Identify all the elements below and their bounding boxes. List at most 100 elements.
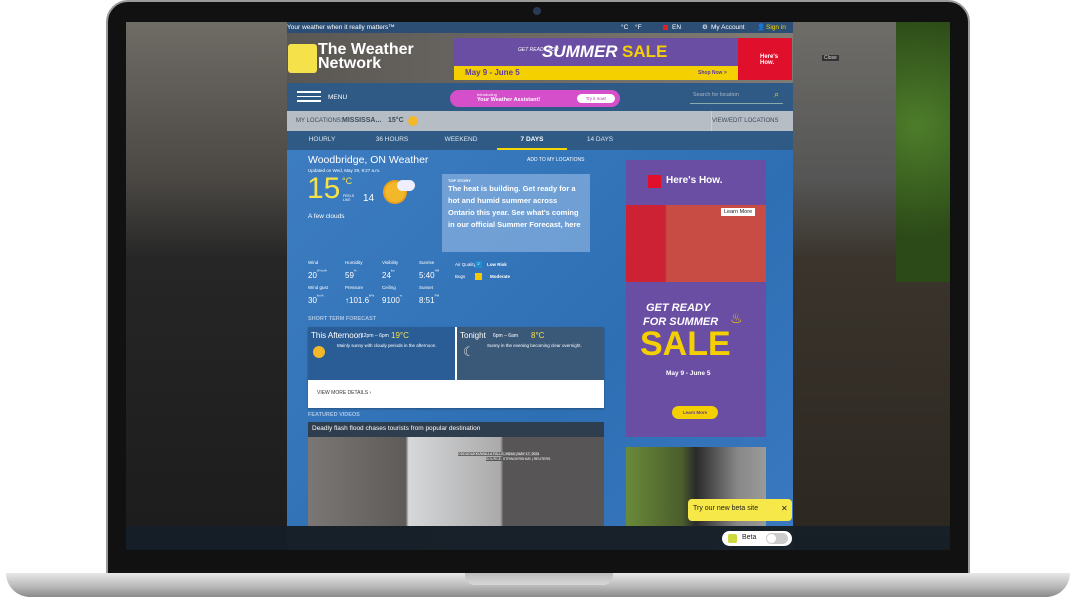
- feels-like-label: FEELS LIKE: [343, 194, 355, 202]
- beta-label: Beta: [742, 534, 757, 541]
- stat-humidity: Humidity 59%: [345, 260, 363, 280]
- tab-7-days[interactable]: 7 DAYS: [497, 131, 567, 150]
- top-story-card[interactable]: TOP STORY The heat is building. Get read…: [442, 174, 590, 252]
- webcam: [533, 7, 541, 15]
- beta-switch[interactable]: [766, 533, 788, 544]
- side-ad-video[interactable]: Learn More: [626, 205, 766, 282]
- video-player[interactable]: Deadly flash flood chases tourists from …: [308, 422, 604, 526]
- top-bar: Your weather when it really matters™ °C …: [287, 22, 793, 34]
- sun-cloud-icon: [313, 346, 325, 358]
- user-icon: 👤: [757, 24, 766, 31]
- main-content: Woodbridge, ON Weather ADD TO MY LOCATIO…: [287, 150, 793, 526]
- logo-text[interactable]: The Weather Network: [318, 42, 414, 72]
- header: The Weather Network GET READY FOR SUMMER …: [287, 33, 793, 83]
- air-quality-badge: 2: [475, 261, 482, 268]
- hamburger-icon[interactable]: [297, 91, 321, 102]
- close-icon[interactable]: ✕: [781, 504, 788, 513]
- short-term-heading: SHORT TERM FORECAST: [308, 316, 377, 322]
- menu-button[interactable]: MENU: [328, 94, 347, 101]
- side-ad[interactable]: Here's How. Learn More GET READY FOR SUM…: [626, 160, 766, 437]
- beta-tooltip-text: Try our new beta site: [693, 505, 759, 512]
- tab-weekend[interactable]: WEEKEND: [426, 131, 496, 150]
- period-afternoon[interactable]: This Afternoon 12pm – 6pm 19°C Mainly su…: [308, 327, 455, 380]
- tab-36-hours[interactable]: 36 HOURS: [357, 131, 427, 150]
- forecast-tabs: HOURLY 36 HOURS WEEKEND 7 DAYS 14 DAYS: [287, 131, 793, 150]
- side-ad-dates: May 9 - June 5: [666, 370, 711, 377]
- ad-title: SUMMER: [542, 42, 618, 61]
- bugs-badge: [475, 273, 482, 280]
- add-to-locations-button[interactable]: ADD TO MY LOCATIONS: [527, 157, 584, 163]
- stat-sunset: Sunset 8:51PM: [419, 285, 440, 305]
- condition-text: A few clouds: [308, 213, 345, 220]
- short-term-card: This Afternoon 12pm – 6pm 19°C Mainly su…: [308, 327, 604, 408]
- close-ad-button[interactable]: Close: [822, 55, 839, 61]
- home-hardware-logo-icon: [648, 175, 661, 188]
- cloud-icon: [397, 180, 415, 191]
- search-input[interactable]: Search for location ⌕: [690, 89, 783, 104]
- video-credit: ODDUDUKKUWALLA FALLS, INDIA | MAY 17, 20…: [458, 452, 540, 456]
- stat-wind: Wind 20W km/h: [308, 260, 328, 280]
- bottom-bar: [126, 526, 950, 550]
- ad-brand: Here's How.: [760, 54, 779, 66]
- canada-flag-icon: [663, 25, 668, 30]
- temp-unit: °C: [342, 176, 353, 186]
- tab-hourly[interactable]: HOURLY: [287, 131, 357, 150]
- video-title[interactable]: Deadly flash flood chases tourists from …: [308, 422, 604, 437]
- gear-icon: ⚙: [702, 24, 708, 31]
- stat-pressure: Pressure ↑101.6kPa: [345, 285, 375, 305]
- bugs-label: Bugs: [455, 274, 466, 279]
- background-plant: [896, 22, 950, 282]
- stat-visibility: Visibility 24km: [382, 260, 399, 280]
- beta-tooltip: Try our new beta site ✕: [688, 499, 792, 521]
- video-source: SOURCE: STRINGERSHUB | REUTERS: [486, 457, 551, 461]
- view-edit-locations-link[interactable]: VIEW/EDIT LOCATIONS: [711, 111, 778, 131]
- laptop-notch: [465, 573, 613, 585]
- beta-logo-icon: [728, 534, 737, 543]
- stat-ceiling: Ceiling 9100m: [382, 285, 403, 305]
- location-temp: 15°C: [388, 117, 404, 124]
- my-locations-label: MY LOCATIONS:: [296, 118, 343, 124]
- logo-line2: Network: [318, 55, 382, 72]
- side-ad-sale: SALE: [640, 325, 731, 363]
- try-it-now-button[interactable]: Try it now!: [577, 94, 615, 103]
- current-temp: 15: [307, 172, 341, 205]
- top-ad-banner[interactable]: GET READY FOR SUMMER SALE May 9 - June 5…: [454, 38, 792, 80]
- top-story-text[interactable]: The heat is building. Get ready for a ho…: [448, 183, 584, 231]
- side-ad-learn-more-button[interactable]: Learn More: [672, 406, 718, 419]
- period-tonight[interactable]: Tonight 6pm – 6am 8°C ☾ Sunny in the eve…: [457, 327, 604, 380]
- my-account-link[interactable]: My Account: [711, 22, 745, 33]
- assistant-promo[interactable]: Introducing Your Weather Assistant! Try …: [450, 90, 620, 107]
- page-title: Woodbridge, ON Weather: [308, 154, 429, 166]
- search-placeholder: Search for location: [693, 92, 739, 98]
- beta-toggle[interactable]: Beta: [722, 531, 792, 546]
- sign-in-link[interactable]: Sign in: [766, 22, 786, 33]
- nav-bar: MENU Introducing Your Weather Assistant!…: [287, 83, 793, 111]
- view-more-details-link[interactable]: VIEW MORE DETAILS ›: [317, 390, 371, 396]
- feels-like-value: 14: [363, 193, 375, 204]
- tab-14-days[interactable]: 14 DAYS: [565, 131, 635, 150]
- side-ad-line1: GET READY: [646, 302, 711, 314]
- location-city[interactable]: MISSISSA...: [342, 111, 381, 131]
- sun-cloud-icon: [408, 116, 418, 126]
- ad-sale: SALE: [622, 42, 668, 61]
- moon-icon: ☾: [463, 344, 475, 359]
- stat-sunrise: Sunrise 5:40AM: [419, 260, 440, 280]
- side-ad-brand: Here's How.: [666, 175, 723, 186]
- weather-site: Your weather when it really matters™ °C …: [287, 22, 793, 526]
- language-button[interactable]: EN: [672, 22, 681, 33]
- search-icon[interactable]: ⌕: [774, 89, 779, 100]
- stat-wind-gust: Wind gust 30km/h: [308, 285, 329, 305]
- my-locations-bar: MY LOCATIONS: MISSISSA... 15°C VIEW/EDIT…: [287, 111, 793, 131]
- featured-videos-heading: FEATURED VIDEOS: [308, 412, 360, 418]
- screen: Close Your weather when it really matter…: [126, 22, 950, 550]
- promo-text: Your Weather Assistant!: [477, 97, 541, 103]
- bbq-grill-icon: ♨: [730, 310, 743, 326]
- tagline: Your weather when it really matters™: [287, 24, 395, 31]
- side-ad-learn-more-video[interactable]: Learn More: [721, 208, 756, 216]
- logo-globe-icon[interactable]: [288, 44, 317, 73]
- background-grill-photo: [126, 22, 287, 550]
- ad-dates: May 9 - June 5: [465, 68, 520, 77]
- unit-fahrenheit[interactable]: °F: [635, 22, 642, 33]
- air-quality-text: Low Risk: [487, 262, 507, 267]
- ad-shop-link[interactable]: Shop Now >: [698, 70, 727, 76]
